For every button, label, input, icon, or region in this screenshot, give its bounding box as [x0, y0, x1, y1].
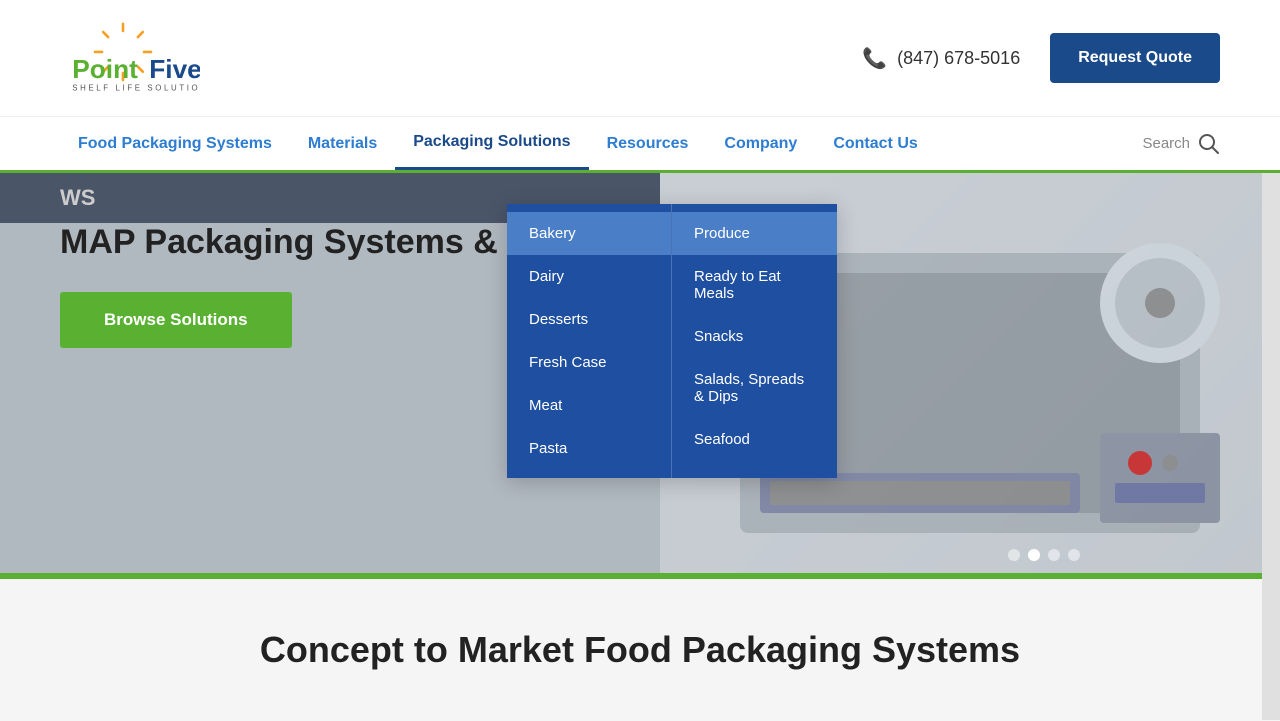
- carousel-dot-3[interactable]: [1048, 549, 1060, 561]
- dropdown-col-1: Bakery Dairy Desserts Fresh Case Meat Pa…: [507, 204, 672, 478]
- site-header: Point Five SHELF LIFE SOLUTIONS 📞 (847) …: [0, 0, 1280, 117]
- carousel-dot-1[interactable]: [1008, 549, 1020, 561]
- nav-resources[interactable]: Resources: [589, 119, 707, 169]
- dropdown-item-salads[interactable]: Salads, Spreads & Dips: [672, 358, 837, 418]
- bottom-section: Concept to Market Food Packaging Systems: [0, 579, 1280, 721]
- nav-company[interactable]: Company: [706, 119, 815, 169]
- dropdown-item-dairy[interactable]: Dairy: [507, 255, 671, 298]
- svg-text:Point: Point: [72, 54, 138, 84]
- dropdown-item-pasta[interactable]: Pasta: [507, 427, 671, 470]
- header-right: 📞 (847) 678-5016 Request Quote: [862, 33, 1220, 83]
- phone-icon: 📞: [862, 46, 887, 71]
- browse-solutions-button[interactable]: Browse Solutions: [60, 292, 292, 348]
- search-label: Search: [1142, 135, 1190, 152]
- phone-area[interactable]: 📞 (847) 678-5016: [862, 46, 1020, 71]
- dropdown-item-ready-to-eat[interactable]: Ready to Eat Meals: [672, 255, 837, 315]
- dropdown-item-bakery[interactable]: Bakery: [507, 212, 671, 255]
- dropdown-item-meat[interactable]: Meat: [507, 384, 671, 427]
- svg-text:Five: Five: [149, 54, 200, 84]
- request-quote-button[interactable]: Request Quote: [1050, 33, 1220, 83]
- phone-number: (847) 678-5016: [897, 48, 1020, 69]
- nav-packaging-solutions[interactable]: Packaging Solutions: [395, 117, 588, 170]
- nav-materials[interactable]: Materials: [290, 119, 395, 169]
- nav-contact-us[interactable]: Contact Us: [815, 119, 935, 169]
- dropdown-item-desserts[interactable]: Desserts: [507, 298, 671, 341]
- dropdown-item-snacks[interactable]: Snacks: [672, 315, 837, 358]
- dropdown-menu: Bakery Dairy Desserts Fresh Case Meat Pa…: [507, 204, 837, 478]
- svg-text:SHELF LIFE SOLUTIONS: SHELF LIFE SOLUTIONS: [72, 83, 200, 92]
- dropdown-item-produce[interactable]: Produce: [672, 212, 837, 255]
- nav-food-packaging[interactable]: Food Packaging Systems: [60, 119, 290, 169]
- dropdown-col-2: Produce Ready to Eat Meals Snacks Salads…: [672, 204, 837, 478]
- search-icon[interactable]: [1198, 133, 1220, 155]
- search-area[interactable]: Search: [1142, 133, 1220, 155]
- carousel-dots: [1008, 549, 1080, 561]
- carousel-dot-2[interactable]: [1028, 549, 1040, 561]
- logo[interactable]: Point Five SHELF LIFE SOLUTIONS: [60, 18, 200, 98]
- dropdown-item-fresh-case[interactable]: Fresh Case: [507, 341, 671, 384]
- dropdown-item-seafood[interactable]: Seafood: [672, 418, 837, 461]
- bottom-title: Concept to Market Food Packaging Systems: [60, 629, 1220, 671]
- main-nav: Food Packaging Systems Materials Packagi…: [0, 117, 1280, 173]
- carousel-dot-4[interactable]: [1068, 549, 1080, 561]
